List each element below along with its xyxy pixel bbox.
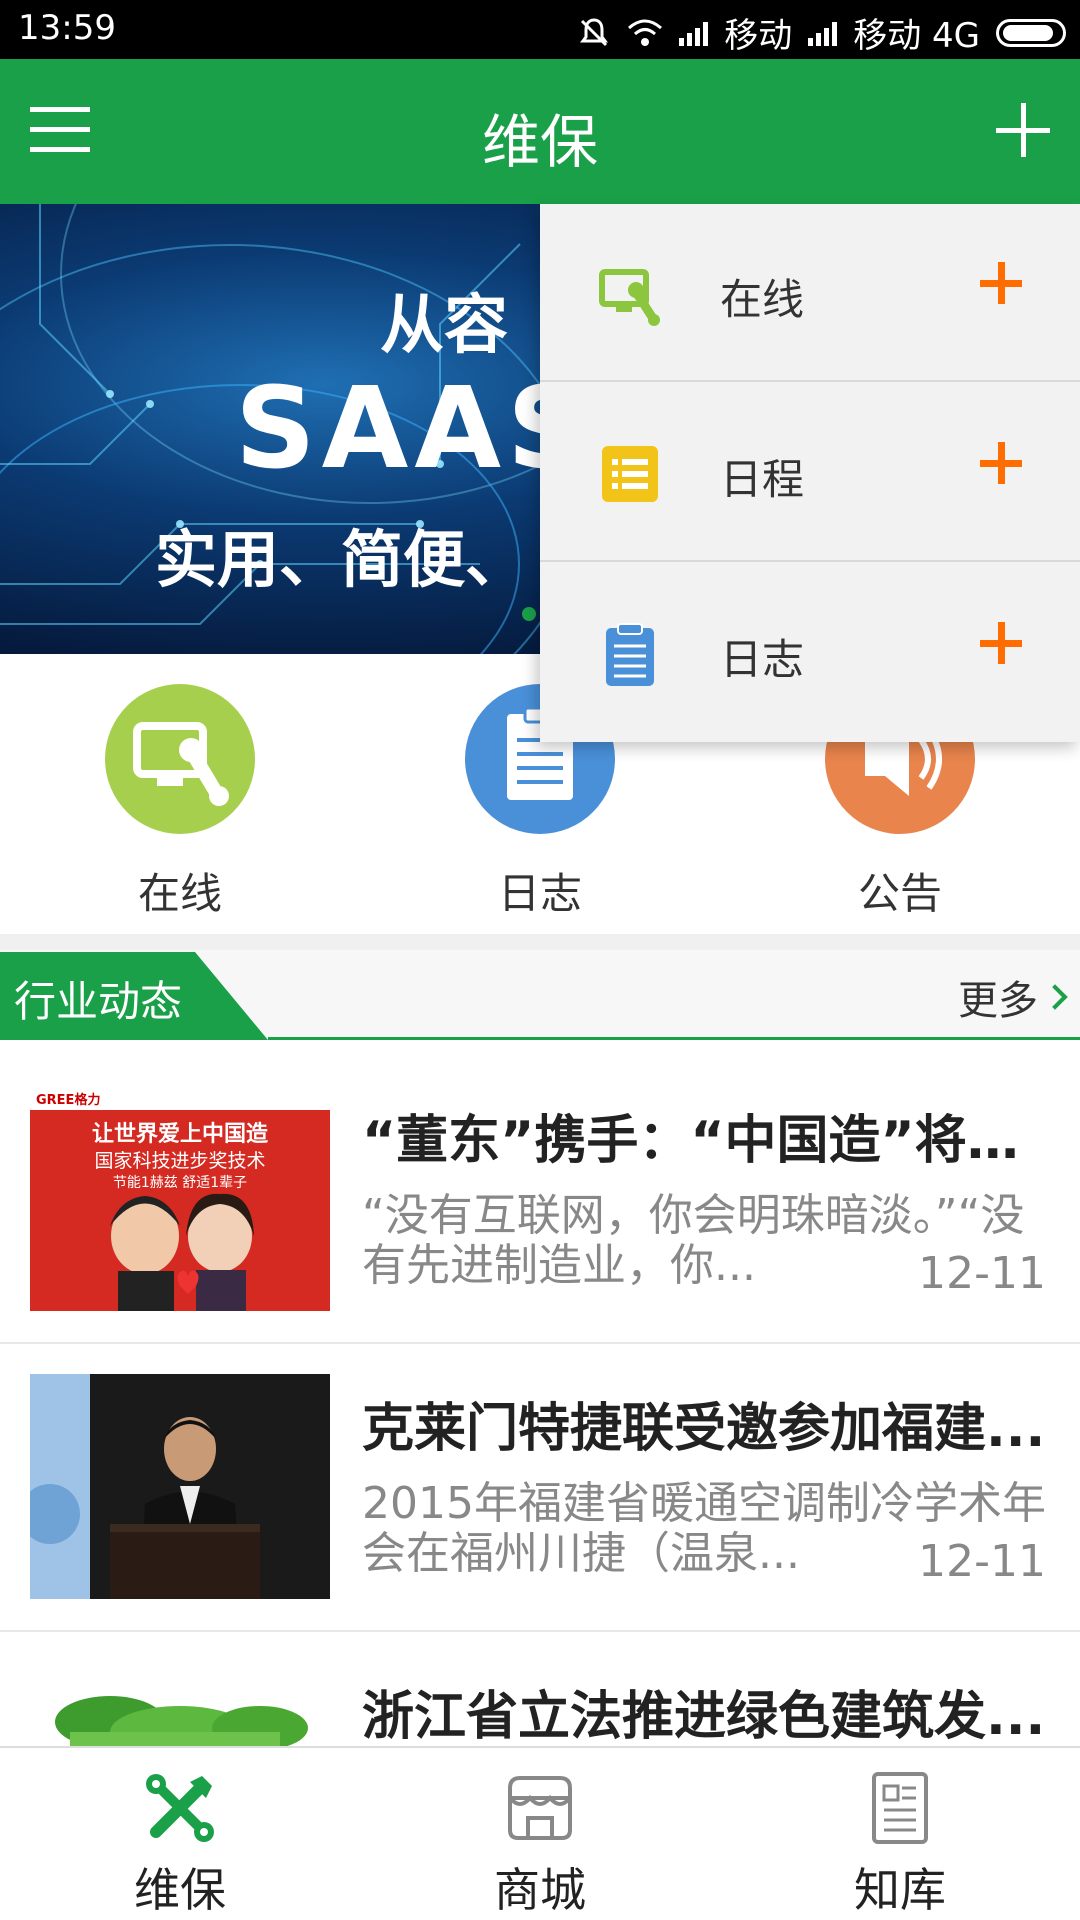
news-title: 浙江省立法推进绿色建筑发... (362, 1687, 1046, 1747)
news-title: 克莱门特捷联受邀参加福建... (362, 1399, 1046, 1459)
carrier-label-2: 移动 4G (853, 16, 980, 56)
signal-icon (679, 20, 709, 46)
app-screen: 13:59 移动 移动 4G 维保 从容 SAAS 实用、简便、 在线 日志 公… (0, 0, 1080, 1920)
section-divider (0, 934, 1080, 950)
banner-text-line3: 实用、简便、 (155, 523, 528, 596)
tools-icon (140, 1768, 220, 1848)
status-icons: 移动 移动 4G (577, 8, 1066, 57)
more-link[interactable]: 更多 (958, 968, 1068, 1026)
bottom-nav: 维保 商城 知库 (0, 1746, 1080, 1920)
signal-icon (808, 20, 838, 46)
nav-item-knowledge[interactable]: 知库 (720, 1748, 1080, 1920)
dropdown-item-label: 日志 (720, 635, 805, 684)
banner-text-line1: 从容 (380, 289, 508, 363)
chevron-right-icon (1042, 984, 1068, 1010)
news-date: 12-11 (904, 1248, 1046, 1299)
page-title: 维保 (481, 108, 598, 176)
dropdown-item-label: 在线 (720, 275, 805, 324)
news-list-item[interactable]: GREE格力 让世界爱上中国造 国家科技进步奖技术 节能1赫兹 舒适1辈子 “董… (0, 1056, 1080, 1344)
section-title: 行业动态 (0, 952, 268, 1040)
shortcut-label: 日志 (497, 869, 582, 918)
dropdown-item-online[interactable]: 在线 (540, 204, 1080, 382)
log-clipboard-icon (598, 622, 662, 686)
online-repair-icon (598, 262, 662, 326)
status-bar: 13:59 移动 移动 4G (0, 0, 1080, 59)
shortcut-label: 在线 (137, 869, 222, 918)
document-icon (860, 1768, 940, 1848)
nav-label: 商城 (494, 1863, 586, 1917)
add-dropdown-menu: 在线 日程 日志 (540, 204, 1080, 742)
section-header: 行业动态 更多 (0, 950, 1080, 1040)
thumb-speaker-photo (30, 1374, 260, 1599)
store-icon (500, 1768, 580, 1848)
news-thumbnail (30, 1374, 330, 1599)
section-underline (268, 1037, 1080, 1040)
plus-icon[interactable] (980, 442, 1022, 484)
add-icon[interactable] (996, 103, 1050, 157)
nav-label: 维保 (134, 1863, 226, 1917)
dropdown-item-label: 日程 (720, 455, 805, 504)
plus-icon[interactable] (980, 622, 1022, 664)
app-bar: 维保 (0, 59, 1080, 204)
thumb-people-illustration (110, 1193, 254, 1311)
carousel-indicator-dot[interactable] (522, 607, 536, 621)
more-label: 更多 (958, 978, 1038, 1024)
battery-icon (996, 18, 1066, 47)
dropdown-item-log[interactable]: 日志 (540, 564, 1080, 742)
status-time: 13:59 (18, 8, 116, 48)
nav-label: 知库 (854, 1863, 946, 1917)
dropdown-item-schedule[interactable]: 日程 (540, 384, 1080, 562)
carrier-label-1: 移动 (724, 16, 793, 56)
plus-icon[interactable] (980, 262, 1022, 304)
mute-icon (580, 17, 609, 46)
online-repair-icon (105, 684, 255, 834)
schedule-list-icon (598, 442, 662, 506)
news-thumbnail: GREE格力 让世界爱上中国造 国家科技进步奖技术 节能1赫兹 舒适1辈子 (30, 1086, 330, 1311)
nav-item-store[interactable]: 商城 (360, 1748, 720, 1920)
news-list-item[interactable]: 克莱门特捷联受邀参加福建... 2015年福建省暖通空调制冷学术年会在福州川捷（… (0, 1344, 1080, 1632)
news-date: 12-11 (904, 1536, 1046, 1587)
news-title: “董东”携手：“中国造”将如... (362, 1111, 1052, 1171)
nav-item-maintenance[interactable]: 维保 (0, 1748, 360, 1920)
shortcut-online[interactable]: 在线 (30, 684, 330, 921)
wifi-icon (628, 19, 663, 46)
shortcut-label: 公告 (857, 869, 942, 918)
